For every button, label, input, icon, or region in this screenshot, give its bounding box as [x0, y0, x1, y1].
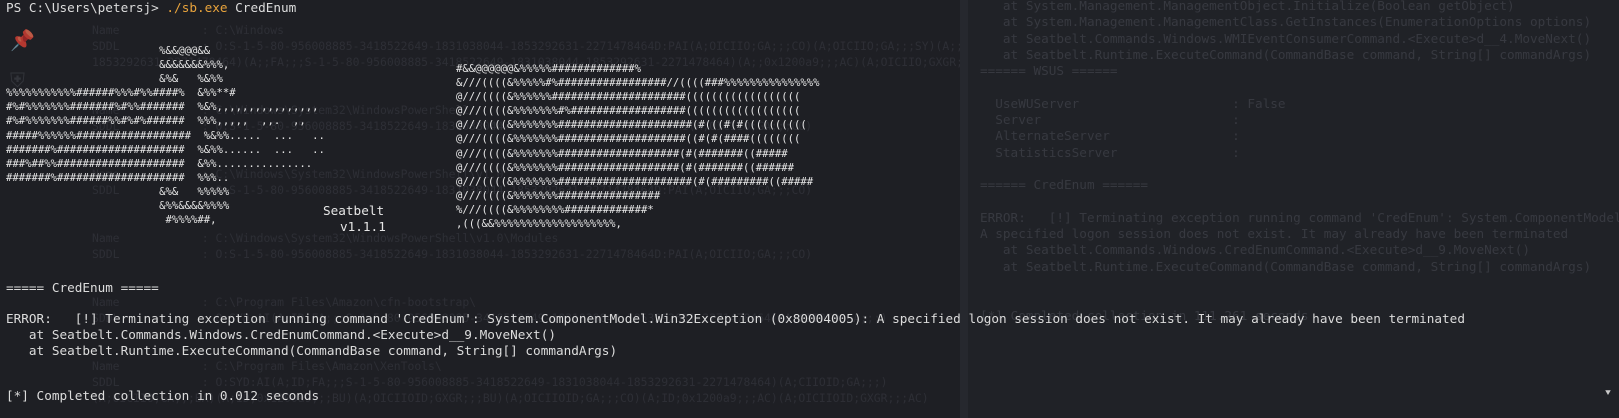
background-pane-text: at System.Management.ManagementObject.In… — [980, 0, 1619, 323]
stack-trace-line: at Seatbelt.Commands.Windows.CredEnumCom… — [6, 327, 556, 342]
section-header: ===== CredEnum ===== — [6, 280, 159, 295]
logo-title: Seatbelt — [323, 203, 385, 218]
command-argument: CredEnum — [227, 0, 297, 15]
right-background-pane: at System.Management.ManagementObject.In… — [968, 0, 1619, 418]
command-line: PS C:\Users\petersj> ./sb.exe CredEnum — [6, 0, 296, 16]
ascii-art-right: #&&@@@@@@&%%%%%#############% &///((((&%… — [456, 63, 820, 231]
ascii-art-left: %&&@@@&& &&&&&&&%%%, &%& %&%% %%%%%%%%%%… — [6, 45, 325, 227]
completion-status: [*] Completed collection in 0.012 second… — [6, 388, 320, 403]
terminal-window[interactable]: Name : C:\Windows SDDL : O:S-1-5-80-9560… — [0, 0, 1619, 418]
pane-divider — [960, 0, 968, 418]
prompt: PS C:\Users\petersj> — [6, 0, 167, 15]
logo-version: v1.1.1 — [340, 219, 386, 234]
stack-trace-line: at Seatbelt.Runtime.ExecuteCommand(Comma… — [6, 343, 618, 358]
scroll-marker-icon[interactable]: ⯆ — [1604, 388, 1612, 399]
command-executable: ./sb.exe — [166, 0, 228, 15]
error-message: ERROR: [!] Terminating exception running… — [6, 311, 1465, 326]
